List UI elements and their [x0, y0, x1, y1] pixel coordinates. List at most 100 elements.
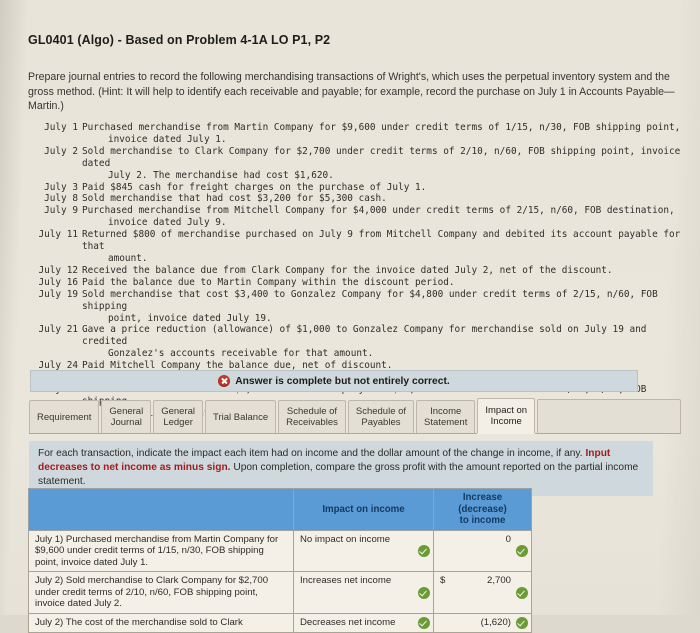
correct-check-icon	[418, 616, 430, 629]
tab-schedule-of-payables[interactable]: Schedule of Payables	[347, 400, 415, 433]
tab-label-line2: Statement	[424, 417, 468, 428]
transaction-text: Sold merchandise that had cost $3,200 fo…	[82, 193, 690, 205]
tab-label-line1: Impact on	[485, 405, 528, 416]
row-impact-cell[interactable]: Decreases net income	[293, 613, 434, 633]
row-amount-cell[interactable]: (1,620)	[433, 613, 532, 633]
transaction-text: Returned $800 of merchandise purchased o…	[82, 229, 690, 265]
correct-check-icon	[516, 586, 528, 599]
tab-general-ledger[interactable]: General Ledger	[153, 400, 204, 433]
tab-impact-on-income[interactable]: Impact on Income	[477, 398, 536, 433]
column-header-amount: Increase (decrease) to income	[433, 488, 532, 531]
transaction-date: July 2	[44, 145, 78, 157]
table-body: July 1) Purchased merchandise from Marti…	[28, 529, 532, 633]
transaction-item: July 2 Sold merchandise to Clark Company…	[22, 146, 690, 182]
transaction-date: July 1	[44, 122, 78, 133]
transaction-item: July 12 Received the balance due from Cl…	[22, 265, 690, 277]
transaction-line-1: Paid the balance due to Martin Company w…	[82, 276, 455, 288]
transaction-text: Paid the balance due to Martin Company w…	[82, 277, 690, 289]
tab-income-statement[interactable]: Income Statement	[416, 400, 476, 433]
transaction-text: Paid $845 cash for freight charges on th…	[82, 182, 690, 194]
tab-bar-filler	[537, 399, 681, 433]
transaction-item: July 1 Purchased merchandise from Martin…	[22, 122, 690, 146]
transaction-date: July 16	[38, 276, 78, 288]
transaction-line-1: Sold merchandise to Clark Company for $2…	[82, 145, 681, 169]
correct-check-icon	[516, 616, 528, 629]
row-impact-cell[interactable]: No impact on income	[293, 529, 434, 573]
tab-label-line2: Receivables	[286, 417, 338, 428]
transaction-item: July 8 Sold merchandise that had cost $3…	[22, 193, 690, 205]
impact-on-income-table: Impact on income Increase (decrease) to …	[28, 488, 532, 633]
row-amount-wrap: 0	[440, 534, 511, 546]
row-amount-wrap: (1,620)	[440, 617, 511, 629]
transaction-line-2: point, invoice dated July 19.	[108, 312, 272, 324]
transaction-date: July 3	[44, 181, 78, 193]
table-row: July 2) Sold merchandise to Clark Compan…	[28, 571, 532, 615]
column-header-description	[28, 488, 294, 531]
row-impact-cell[interactable]: Increases net income	[293, 571, 434, 615]
correct-check-icon	[516, 544, 528, 557]
instruction-text-1: For each transaction, indicate the impac…	[38, 448, 586, 459]
tab-label-line1: General	[109, 406, 144, 417]
correct-check-icon	[418, 544, 430, 557]
status-banner-content: Answer is complete but not entirely corr…	[218, 375, 450, 387]
tab-label-line1: General	[161, 406, 196, 417]
row-amount-value: 0	[505, 533, 511, 545]
row-amount-cell[interactable]: $ 2,700	[433, 571, 532, 615]
transaction-item: July 3 Paid $845 cash for freight charge…	[22, 182, 690, 194]
row-amount-cell[interactable]: 0	[433, 529, 532, 573]
correct-check-icon	[418, 586, 430, 599]
row-description: July 2) Sold merchandise to Clark Compan…	[28, 571, 294, 615]
transaction-date: July 11	[38, 229, 78, 241]
tab-label-line1: Schedule of	[355, 406, 407, 417]
tab-label: Requirement	[37, 411, 92, 423]
transaction-date: July 9	[44, 205, 78, 217]
transaction-text: Purchased merchandise from Mitchell Comp…	[82, 205, 690, 229]
tab-label-line2: Ledger	[163, 417, 193, 428]
transaction-item: July 9 Purchased merchandise from Mitche…	[22, 205, 690, 229]
transaction-line-1: Sold merchandise that had cost $3,200 fo…	[82, 193, 387, 205]
status-banner: Answer is complete but not entirely corr…	[30, 370, 638, 392]
tab-label-line2: Journal	[110, 417, 142, 428]
transaction-line-2: invoice dated July 9.	[108, 217, 227, 229]
tab-label-line2: Payables	[361, 417, 401, 428]
column-header-impact: Impact on income	[293, 488, 434, 531]
transaction-line-2: invoice dated July 1.	[108, 133, 227, 145]
transaction-line-1: Returned $800 of merchandise purchased o…	[82, 229, 681, 253]
transaction-line-1: Received the balance due from Clark Comp…	[82, 264, 613, 276]
tab-schedule-of-receivables[interactable]: Schedule of Receivables	[278, 400, 346, 433]
row-impact-value: No impact on income	[300, 533, 391, 545]
column-header-amount-line1: Increase	[462, 492, 503, 503]
tab-label-line1: Income	[430, 406, 462, 417]
transaction-line-2: amount.	[108, 252, 148, 264]
tab-trial-balance[interactable]: Trial Balance	[205, 400, 277, 433]
table-header: Impact on income Increase (decrease) to …	[28, 488, 532, 531]
table-row: July 1) Purchased merchandise from Marti…	[28, 529, 532, 573]
status-banner-text: Answer is complete but not entirely corr…	[235, 375, 450, 387]
tab-requirement[interactable]: Requirement	[29, 400, 100, 433]
transaction-date: July 8	[44, 193, 78, 205]
column-header-amount-line3: to income	[459, 515, 506, 526]
transaction-line-1: Gave a price reduction (allowance) of $1…	[82, 324, 647, 348]
transaction-item: July 21 Gave a price reduction (allowanc…	[22, 324, 690, 360]
transaction-line-1: Purchased merchandise from Martin Compan…	[82, 122, 681, 133]
transaction-line-1: Paid $845 cash for freight charges on th…	[82, 181, 427, 193]
tab-label: Trial Balance	[213, 411, 269, 423]
page-title: GL0401 (Algo) - Based on Problem 4-1A LO…	[28, 33, 331, 47]
transaction-date: July 21	[38, 324, 78, 336]
column-header-amount-line2: (decrease)	[458, 503, 507, 515]
row-amount-wrap: $ 2,700	[440, 575, 511, 587]
transaction-text: Sold merchandise to Clark Company for $2…	[82, 146, 690, 182]
row-amount-value: 2,700	[486, 575, 511, 587]
transaction-text: Received the balance due from Clark Comp…	[82, 265, 690, 277]
row-impact-value: Increases net income	[300, 575, 392, 587]
transaction-item: July 16 Paid the balance due to Martin C…	[22, 277, 690, 289]
transaction-date: July 12	[38, 264, 78, 276]
transaction-line-2: Gonzalez's accounts receivable for that …	[108, 348, 374, 360]
transaction-text: Purchased merchandise from Martin Compan…	[82, 122, 690, 146]
transaction-line-2: July 2. The merchandise had cost $1,620.	[108, 169, 334, 181]
table-header-row: Impact on income Increase (decrease) to …	[28, 488, 532, 531]
assignment-page: GL0401 (Algo) - Based on Problem 4-1A LO…	[0, 0, 700, 633]
transaction-line-1: Purchased merchandise from Mitchell Comp…	[82, 205, 675, 217]
tab-general-journal[interactable]: General Journal	[101, 400, 152, 433]
tab-bar: Requirement General Journal General Ledg…	[29, 398, 681, 434]
